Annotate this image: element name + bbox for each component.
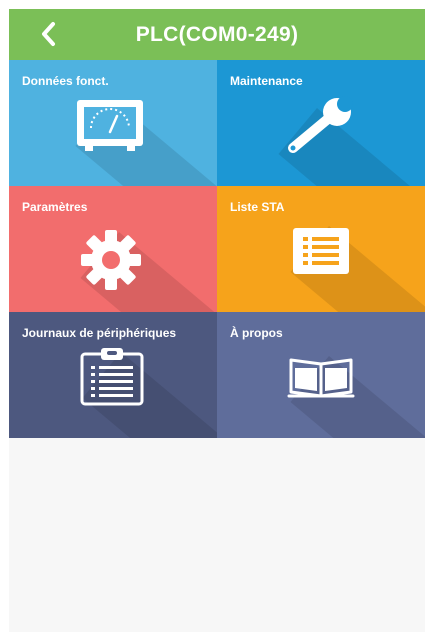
tile-label: À propos <box>230 326 283 340</box>
tile-label: Données fonct. <box>22 74 109 88</box>
tile-operating-data[interactable]: Données fonct. <box>9 60 217 186</box>
page-title: PLC(COM0-249) <box>135 22 299 46</box>
app-screen: PLC(COM0-249) Données fonct. Maintenance <box>9 9 425 632</box>
tile-parameters[interactable]: Paramètres <box>9 186 217 312</box>
tile-device-logs[interactable]: Journaux de périphériques <box>9 312 217 438</box>
gear-icon <box>81 230 141 290</box>
tile-sta-list[interactable]: Liste STA <box>217 186 425 312</box>
tile-about[interactable]: À propos <box>217 312 425 438</box>
back-button[interactable] <box>33 17 65 51</box>
list-icon <box>293 228 349 274</box>
tile-label: Liste STA <box>230 200 285 214</box>
menu-grid: Données fonct. Maintenance Paramètres Li… <box>9 60 425 438</box>
tile-label: Journaux de périphériques <box>22 326 177 340</box>
tile-label: Maintenance <box>230 74 303 88</box>
book-icon <box>287 358 355 398</box>
tile-label: Paramètres <box>22 200 88 214</box>
clipboard-icon <box>80 348 144 406</box>
app-header: PLC(COM0-249) <box>9 9 425 60</box>
wrench-icon <box>288 96 353 153</box>
chevron-left-icon <box>42 22 55 46</box>
meter-gauge-icon <box>77 100 143 151</box>
tile-maintenance[interactable]: Maintenance <box>217 60 425 186</box>
